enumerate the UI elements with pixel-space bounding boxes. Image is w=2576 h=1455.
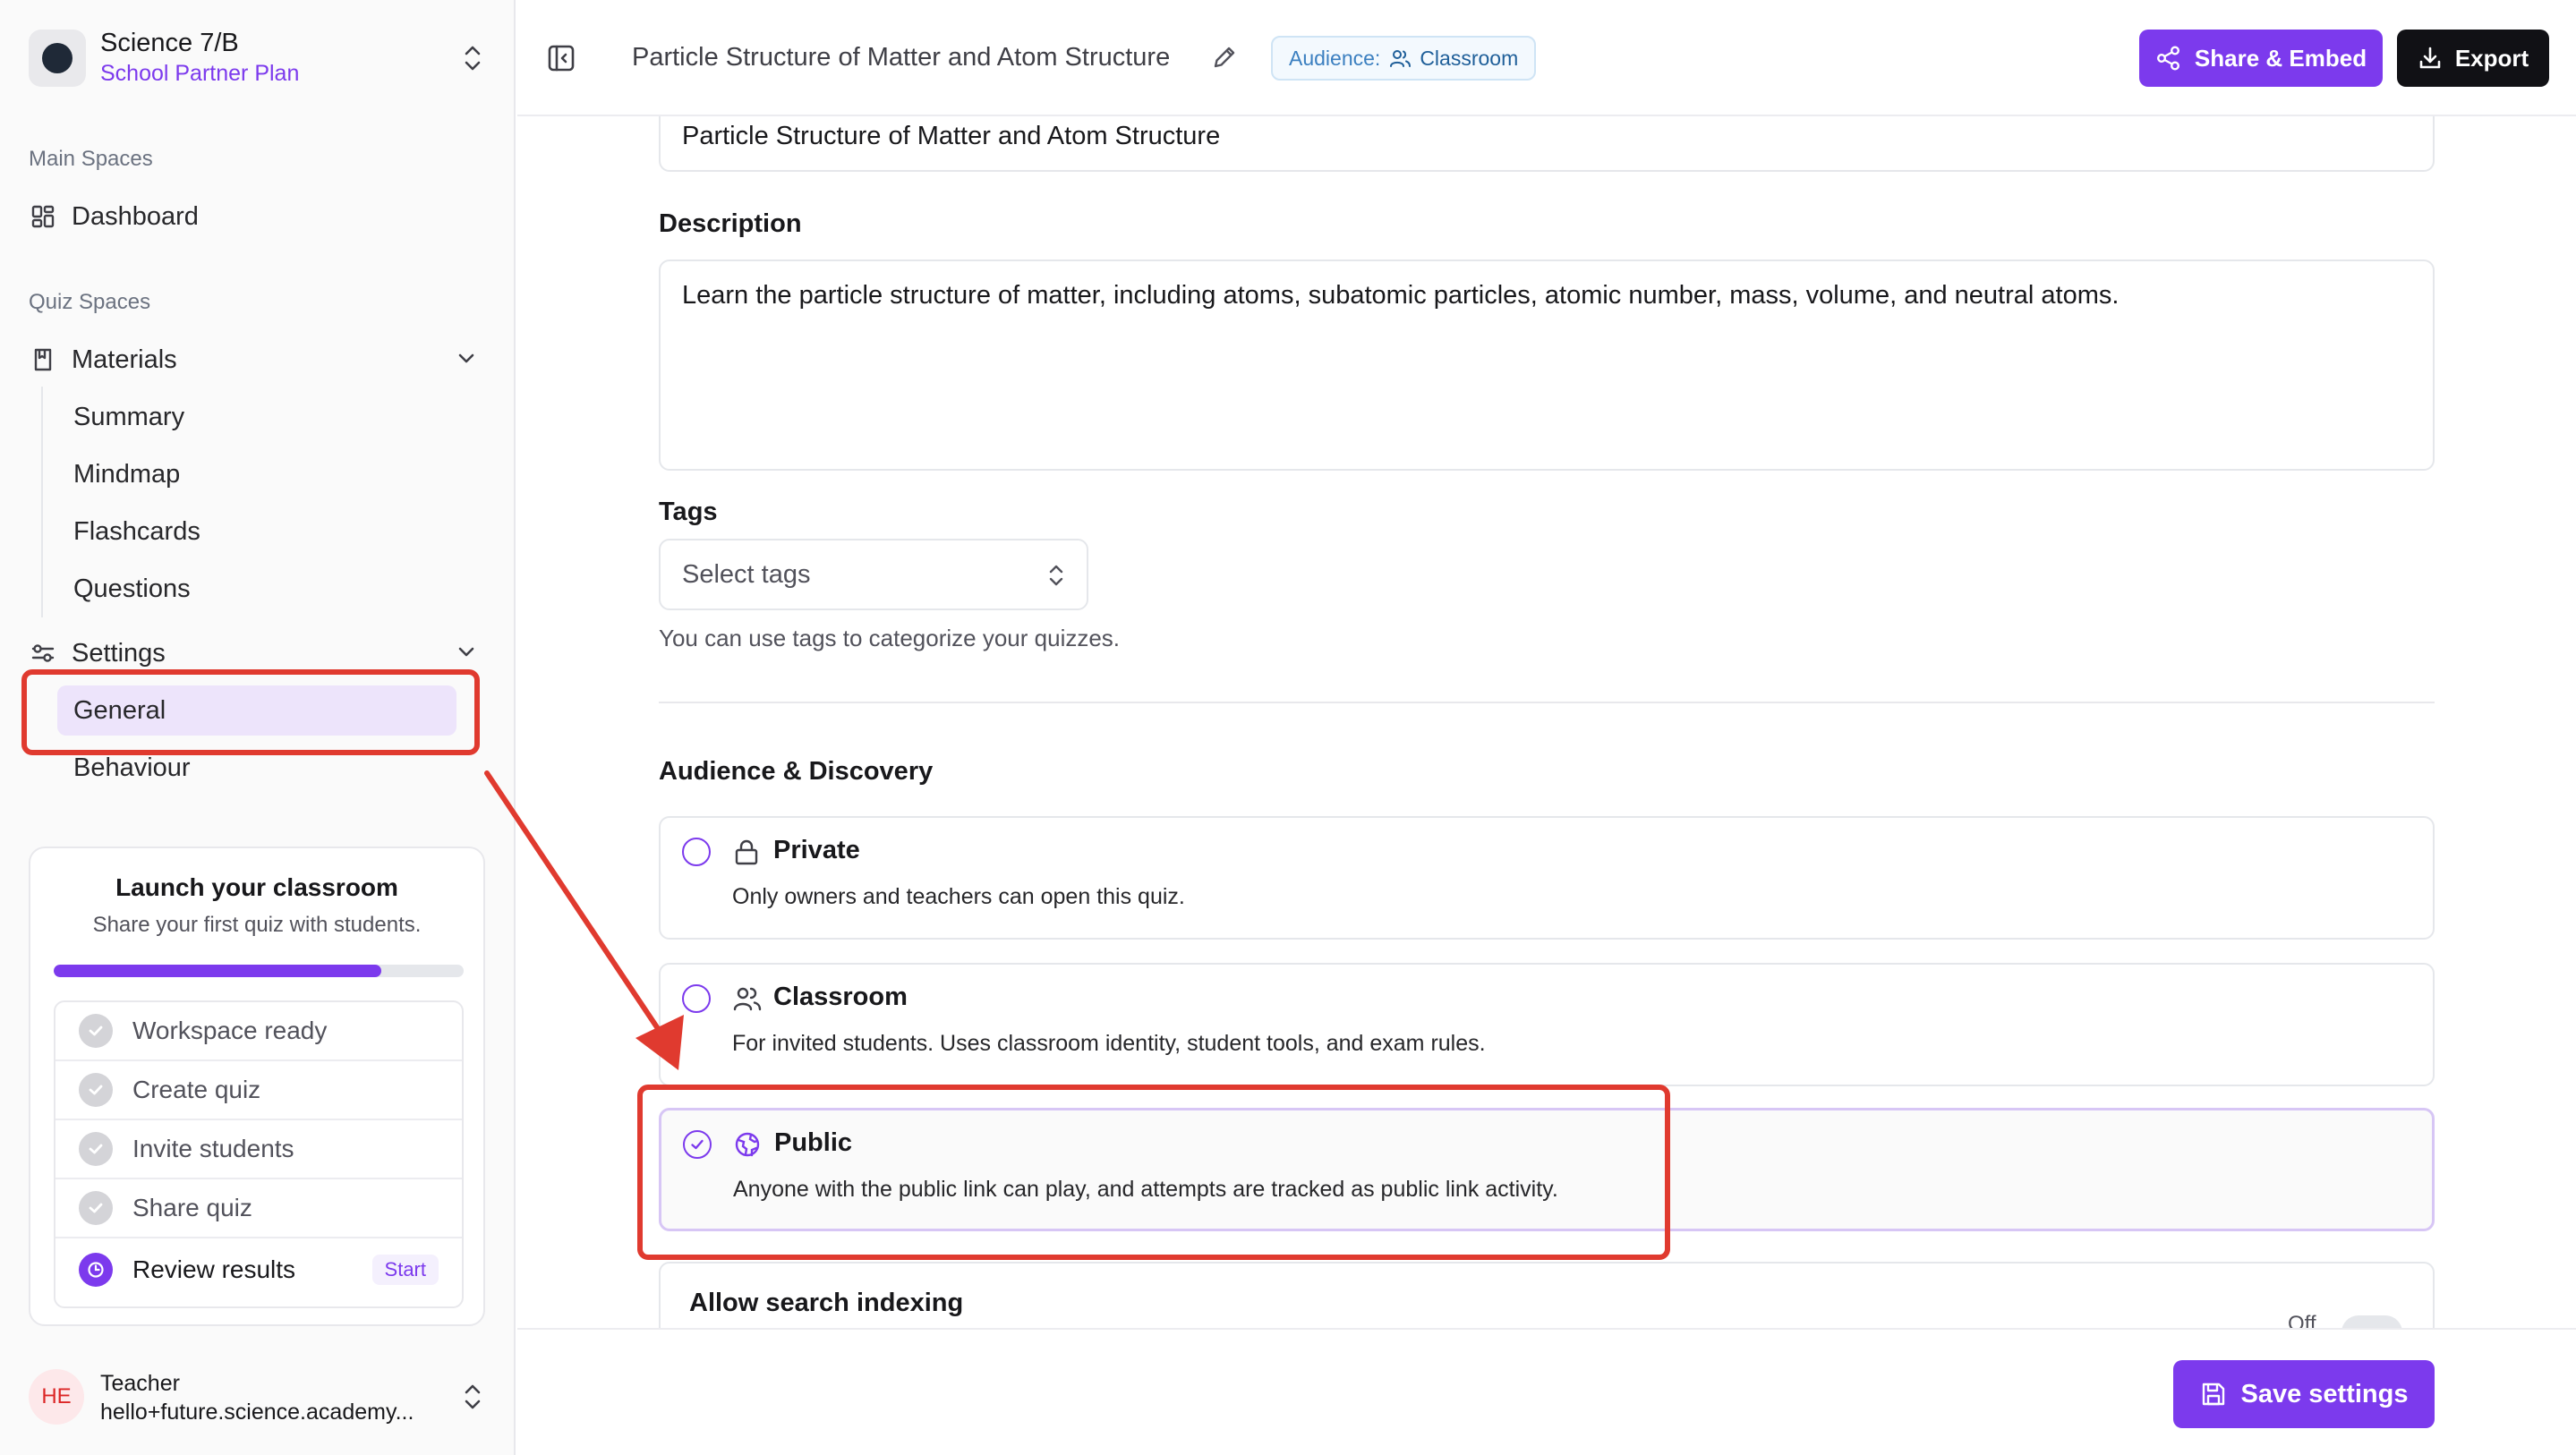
save-settings-button[interactable]: Save settings	[2173, 1360, 2435, 1428]
chevron-up-down-icon[interactable]	[460, 43, 485, 73]
share-embed-button[interactable]: Share & Embed	[2139, 30, 2383, 87]
search-indexing-toggle[interactable]	[2341, 1315, 2402, 1328]
user-menu[interactable]: HE Teacher hello+future.science.academy.…	[29, 1366, 485, 1428]
save-icon	[2202, 1383, 2224, 1406]
start-badge[interactable]: Start	[371, 1255, 439, 1285]
tags-label: Tags	[659, 498, 718, 526]
option-description: Only owners and teachers can open this q…	[732, 884, 1185, 909]
export-button[interactable]: Export	[2397, 30, 2549, 87]
search-indexing-card: Allow search indexing	[659, 1262, 2435, 1328]
audience-section-label: Audience & Discovery	[659, 757, 934, 786]
share-icon	[2156, 46, 2179, 71]
check-circle-icon	[79, 1014, 113, 1048]
footer-bar: Save settings	[517, 1328, 2576, 1455]
progress-fill	[54, 965, 382, 977]
title-field[interactable]: Particle Structure of Matter and Atom St…	[659, 116, 2435, 172]
radio-button[interactable]	[682, 984, 711, 1013]
tags-help-text: You can use tags to categorize your quiz…	[659, 625, 1121, 651]
save-label: Save settings	[2240, 1379, 2409, 1408]
sidebar-item-mindmap[interactable]: Mindmap	[73, 460, 180, 489]
option-description: For invited students. Uses classroom ide…	[732, 1031, 1486, 1056]
step-share-quiz: Share quiz	[55, 1179, 462, 1238]
workspace-switcher[interactable]: Science 7/B School Partner Plan	[29, 27, 485, 89]
sidebar-item-summary[interactable]: Summary	[73, 403, 184, 432]
annotation-highlight-general	[21, 669, 480, 755]
description-label: Description	[659, 209, 802, 238]
step-review-results[interactable]: Review results Start	[55, 1238, 462, 1301]
workspace-name: Science 7/B	[100, 29, 239, 57]
chevron-up-down-icon[interactable]	[460, 1382, 485, 1412]
tags-select[interactable]: Select tags	[659, 539, 1088, 610]
dashboard-icon	[29, 202, 57, 231]
avatar: HE	[29, 1369, 84, 1425]
onboarding-steps: Workspace ready Create quiz Invite stude…	[54, 1000, 464, 1308]
sidebar-item-label: Settings	[72, 638, 166, 668]
sidebar-item-questions[interactable]: Questions	[73, 574, 191, 604]
sidebar-item-behaviour[interactable]: Behaviour	[73, 753, 191, 783]
sidebar-item-label: Dashboard	[72, 201, 199, 231]
workspace-plan: School Partner Plan	[100, 61, 300, 86]
chevron-down-icon[interactable]	[455, 347, 478, 370]
step-label: Share quiz	[132, 1194, 252, 1221]
step-label: Create quiz	[132, 1076, 261, 1103]
sidebar-item-dashboard[interactable]: Dashboard	[29, 191, 487, 242]
annotation-highlight-public	[637, 1085, 1670, 1260]
sidebar-item-materials[interactable]: Materials	[29, 335, 487, 385]
chevron-down-icon[interactable]	[455, 641, 478, 664]
pencil-icon[interactable]	[1210, 43, 1239, 72]
description-field[interactable]: Learn the particle structure of matter, …	[659, 260, 2435, 471]
onboarding-subtitle: Share your first quiz with students.	[92, 913, 422, 937]
audience-option-private[interactable]: Private Only owners and teachers can ope…	[659, 816, 2435, 940]
step-label: Workspace ready	[132, 1017, 328, 1044]
audience-option-classroom[interactable]: Classroom For invited students. Uses cla…	[659, 963, 2435, 1086]
step-workspace-ready: Workspace ready	[55, 1002, 462, 1061]
option-title: Classroom	[773, 983, 908, 1011]
quiz-spaces-label: Quiz Spaces	[29, 290, 151, 314]
onboarding-progress	[54, 965, 464, 977]
clock-icon	[79, 1253, 113, 1287]
check-circle-icon	[79, 1191, 113, 1225]
audience-label: Audience:	[1289, 46, 1381, 70]
chevron-up-down-icon	[1049, 565, 1063, 586]
users-icon	[1390, 50, 1412, 67]
user-email: hello+future.science.academy...	[100, 1400, 414, 1425]
onboarding-card: Launch your classroom Share your first q…	[29, 847, 485, 1326]
tags-placeholder: Select tags	[682, 560, 811, 589]
check-circle-icon	[79, 1132, 113, 1166]
tree-line	[41, 387, 43, 617]
check-circle-icon	[79, 1073, 113, 1107]
share-label: Share & Embed	[2194, 44, 2367, 72]
audience-badge[interactable]: Audience: Classroom	[1271, 36, 1537, 81]
radio-button[interactable]	[682, 838, 711, 866]
book-icon	[29, 345, 57, 374]
quiz-title: Particle Structure of Matter and Atom St…	[632, 43, 1171, 72]
toggle-state-label: Off	[2288, 1312, 2316, 1328]
workspace-logo	[29, 30, 86, 87]
sidebar-toggle-icon[interactable]	[546, 43, 576, 73]
sidebar-item-label: Materials	[72, 345, 177, 374]
user-role: Teacher	[100, 1371, 180, 1396]
divider	[659, 702, 2435, 703]
search-indexing-label: Allow search indexing	[689, 1289, 964, 1317]
download-icon	[2419, 47, 2441, 69]
step-create-quiz: Create quiz	[55, 1061, 462, 1120]
onboarding-title: Launch your classroom	[115, 873, 398, 901]
main-spaces-label: Main Spaces	[29, 147, 153, 171]
settings-sliders-icon	[29, 639, 57, 668]
option-title: Private	[773, 836, 860, 864]
step-label: Invite students	[132, 1135, 294, 1162]
users-icon	[733, 987, 762, 1011]
sidebar-item-flashcards[interactable]: Flashcards	[73, 517, 200, 547]
step-invite-students: Invite students	[55, 1120, 462, 1179]
step-label: Review results	[132, 1255, 296, 1283]
audience-value: Classroom	[1420, 46, 1519, 70]
top-header: Particle Structure of Matter and Atom St…	[517, 0, 2576, 116]
lock-icon	[735, 839, 758, 865]
export-label: Export	[2454, 44, 2529, 72]
